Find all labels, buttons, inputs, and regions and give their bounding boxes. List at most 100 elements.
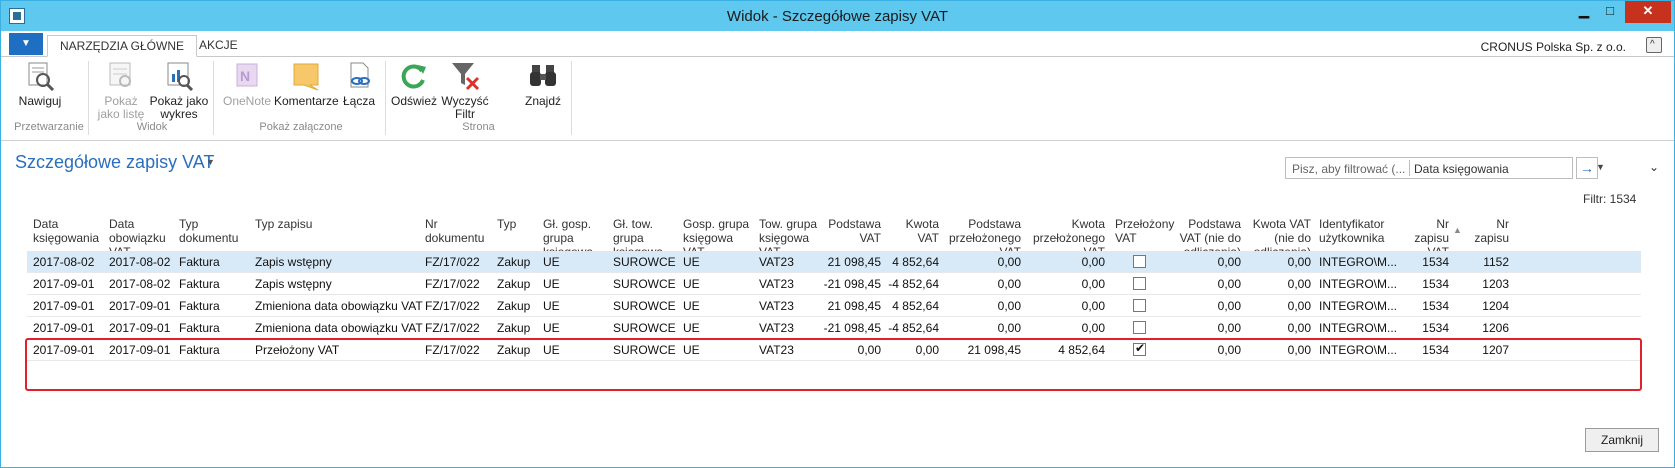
- column-header[interactable]: Typ: [497, 217, 537, 231]
- table-cell: VAT23: [759, 321, 794, 335]
- znajdz-button[interactable]: Znajdź: [523, 61, 563, 108]
- column-header[interactable]: Przełożony VAT: [1115, 217, 1174, 245]
- odswiez-button[interactable]: Odśwież: [391, 61, 437, 108]
- ribbon-divider: [88, 61, 89, 135]
- group-pokaz-zalaczone: Pokaż załączone: [259, 121, 343, 133]
- column-header-label: Data: [109, 217, 135, 231]
- table-cell: 1206: [1482, 321, 1509, 335]
- column-header[interactable]: Data księgowania: [33, 217, 103, 245]
- column-header-label: Tow. grupa: [759, 217, 818, 231]
- minimize-icon[interactable]: ▁: [1571, 1, 1597, 23]
- table-cell: 0,00: [997, 321, 1021, 335]
- group-widok: Widok: [136, 121, 168, 133]
- column-header-label: zapisu: [1474, 231, 1509, 245]
- chevron-down-icon: ▼: [21, 38, 31, 49]
- table-cell: INTEGRO\M...: [1319, 299, 1397, 313]
- table-cell: 21 098,45: [827, 299, 881, 313]
- pokaz-jako-liste-button[interactable]: Pokaż jako listę: [96, 61, 146, 121]
- table-cell: UE: [683, 299, 700, 313]
- app-menu-button[interactable]: ▼: [9, 33, 43, 55]
- table-cell: UE: [683, 321, 700, 335]
- company-name: CRONUS Polska Sp. z o.o.: [1480, 40, 1626, 54]
- table-cell: Faktura: [179, 255, 220, 269]
- chevron-down-icon[interactable]: ▼: [206, 157, 215, 167]
- column-header-label: Podstawa: [1188, 217, 1241, 231]
- przelozony-vat-checkbox[interactable]: [1133, 277, 1146, 290]
- pokaz-jako-wykres-button[interactable]: Pokaż jako wykres: [149, 61, 209, 121]
- column-header-label: VAT (nie do: [1179, 231, 1241, 245]
- comment-icon: [290, 61, 322, 91]
- table-cell: UE: [683, 277, 700, 291]
- close-icon[interactable]: ✕: [1625, 1, 1671, 23]
- column-header-label: Nr: [425, 217, 438, 231]
- table-cell: -21 098,45: [823, 277, 881, 291]
- column-header-label: Data: [33, 217, 59, 231]
- column-header[interactable]: Podstawa VAT: [823, 217, 881, 245]
- filter-search-input[interactable]: Pisz, aby filtrować (...: [1292, 162, 1405, 176]
- ribbon-divider: [571, 61, 572, 135]
- column-header[interactable]: Kwota VAT: [883, 217, 939, 245]
- table-cell: Faktura: [179, 277, 220, 291]
- przelozony-vat-checkbox[interactable]: [1133, 321, 1146, 334]
- maximize-icon[interactable]: □: [1597, 1, 1623, 23]
- przelozony-vat-checkbox[interactable]: [1133, 299, 1146, 312]
- column-header-label: Typ: [179, 217, 199, 231]
- table-cell: -4 852,64: [888, 277, 939, 291]
- apply-filter-arrow-icon[interactable]: →: [1576, 157, 1598, 179]
- lacza-label: Łącza: [342, 94, 376, 108]
- navigate-icon: [24, 61, 56, 92]
- column-header-label: przełożonego: [1032, 231, 1105, 245]
- table-cell: Zapis wstępny: [255, 277, 332, 291]
- ribbon-divider: [213, 61, 214, 135]
- onenote-button[interactable]: N OneNote: [221, 61, 273, 108]
- column-header[interactable]: Typ zapisu: [255, 217, 423, 231]
- table-cell: SUROWCE: [613, 255, 676, 269]
- table-row[interactable]: 2017-09-01 2017-08-02 Faktura Zapis wstępny…: [27, 273, 1641, 295]
- table-cell: 0,00: [1217, 277, 1241, 291]
- table-cell: 0,00: [1081, 299, 1105, 313]
- column-header-label: Gł. gosp.: [543, 217, 592, 231]
- table-row[interactable]: 2017-09-01 2017-09-01 Faktura Zmieniona dat…: [27, 295, 1641, 317]
- collapse-ribbon-icon[interactable]: [1646, 37, 1662, 53]
- column-header-label: Kwota VAT: [1252, 217, 1311, 231]
- table-cell: 4 852,64: [892, 299, 939, 313]
- filter-field-select[interactable]: Data księgowania: [1414, 162, 1509, 176]
- table-cell: SUROWCE: [613, 277, 676, 291]
- lacza-button[interactable]: Łącza: [341, 61, 377, 108]
- table-cell: Zapis wstępny: [255, 255, 332, 269]
- table-cell: UE: [543, 255, 560, 269]
- table-cell: Faktura: [179, 299, 220, 313]
- page-title[interactable]: Szczegółowe zapisy VAT: [15, 152, 214, 173]
- przelozony-vat-checkbox[interactable]: [1133, 255, 1146, 268]
- zamknij-button[interactable]: Zamknij: [1585, 428, 1659, 452]
- wyczysc-label-1: Wyczyść: [441, 94, 489, 108]
- odswiez-label: Odśwież: [391, 94, 438, 108]
- column-header[interactable]: Nr zapisu: [1467, 217, 1509, 245]
- table-cell: 2017-08-02: [109, 277, 171, 291]
- column-header[interactable]: Nr dokumentu: [425, 217, 493, 245]
- table-cell: Zmieniona data obowiązku VAT: [255, 321, 423, 335]
- collapse-chevron-icon[interactable]: ⌄: [1649, 160, 1659, 174]
- pokaz-wykres-label-1: Pokaż jako: [149, 94, 209, 108]
- table-cell: 0,00: [1217, 255, 1241, 269]
- wyczysc-filtr-button[interactable]: Wyczyść Filtr: [441, 61, 489, 121]
- table-cell: 1203: [1482, 277, 1509, 291]
- tab-akcje[interactable]: AKCJE: [187, 35, 250, 57]
- table-row[interactable]: 2017-08-02 2017-08-02 Faktura Zapis wstępny…: [27, 251, 1641, 273]
- table-row[interactable]: 2017-09-01 2017-09-01 Faktura Zmieniona dat…: [27, 317, 1641, 339]
- column-header[interactable]: Identyfikator użytkownika: [1319, 217, 1403, 245]
- column-header-label: Nr: [1436, 217, 1449, 231]
- sort-ascending-icon[interactable]: ▲: [1453, 223, 1462, 237]
- komentarze-button[interactable]: Komentarze: [274, 61, 339, 108]
- table-cell: 2017-09-01: [109, 299, 171, 313]
- tab-narzedzia-glowne[interactable]: NARZĘDZIA GŁÓWNE: [47, 35, 198, 57]
- nawiguj-button[interactable]: Nawiguj: [17, 61, 63, 108]
- table-cell: FZ/17/022: [425, 277, 480, 291]
- table-cell: 1534: [1422, 255, 1449, 269]
- column-header-label: użytkownika: [1319, 231, 1385, 245]
- table-cell: -4 852,64: [888, 321, 939, 335]
- app-window: Widok - Szczegółowe zapisy VAT ▁ □ ✕ ▼ N…: [0, 0, 1675, 468]
- ribbon-divider: [385, 61, 386, 135]
- table-cell: UE: [543, 321, 560, 335]
- column-header[interactable]: Typ dokumentu: [179, 217, 253, 245]
